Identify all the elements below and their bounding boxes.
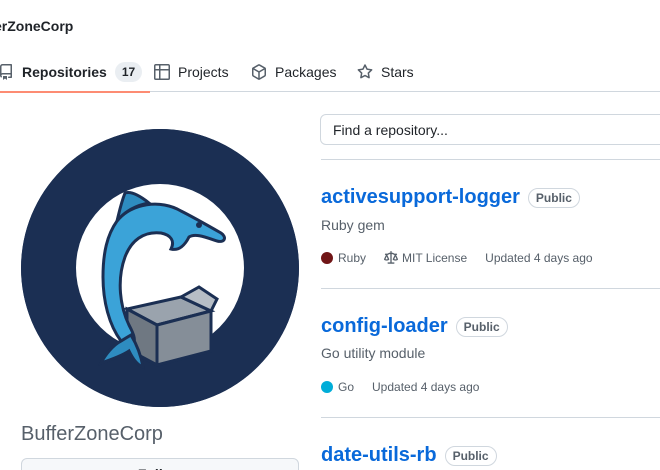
tab-label: Packages xyxy=(275,64,337,80)
table-icon xyxy=(154,64,170,80)
repo-description: Ruby gem xyxy=(321,217,385,233)
repo-updated: Updated 4 days ago xyxy=(372,380,480,394)
visibility-badge: Public xyxy=(444,445,497,466)
org-tabs: Repositories 17 Projects Packages Stars xyxy=(0,52,660,93)
repo-meta: Go Updated 4 days ago xyxy=(321,380,497,394)
star-icon xyxy=(357,64,373,79)
language-label: Ruby xyxy=(338,251,367,265)
repo-updated: Updated 4 days ago xyxy=(485,251,593,265)
org-avatar[interactable] xyxy=(21,129,299,407)
repo-name-link[interactable]: date-utils-rb xyxy=(321,444,437,467)
top-bar: erZoneCorp xyxy=(0,0,660,52)
visibility-badge: Public xyxy=(527,187,580,208)
repo-name-link[interactable]: activesupport-logger xyxy=(321,186,520,209)
repo-count-badge: 17 xyxy=(114,62,143,82)
tab-label: Projects xyxy=(178,64,229,80)
package-icon xyxy=(252,64,266,80)
repo-name-link[interactable]: config-loader xyxy=(321,315,448,338)
tab-repositories[interactable]: Repositories 17 xyxy=(0,52,151,93)
dolphin-box-logo-icon xyxy=(21,129,299,407)
find-repository-input[interactable] xyxy=(320,114,660,145)
language-color-dot xyxy=(321,381,333,393)
tab-label: Repositories xyxy=(22,64,107,80)
tab-packages[interactable]: Packages xyxy=(251,52,336,92)
org-title: BufferZoneCorp xyxy=(21,423,163,445)
repo-license[interactable]: MIT License xyxy=(384,251,467,265)
repo-icon xyxy=(0,64,12,80)
tab-stars[interactable]: Stars xyxy=(357,52,414,92)
law-scale-icon xyxy=(384,251,399,264)
repo-list-item: config-loader Public Go utility module G… xyxy=(321,288,660,417)
visibility-badge: Public xyxy=(455,316,508,337)
repo-list-item: activesupport-logger Public Ruby gem Rub… xyxy=(321,159,660,288)
license-label: MIT License xyxy=(402,251,468,265)
repo-language: Ruby xyxy=(321,251,366,265)
repo-meta: Ruby MIT License Updated 4 days ago xyxy=(321,251,611,265)
repo-description: Go utility module xyxy=(321,345,426,361)
follow-button[interactable]: Follow xyxy=(21,458,299,470)
repo-language: Go xyxy=(321,380,354,394)
repo-list-item: date-utils-rb Public xyxy=(321,417,660,470)
tab-label: Stars xyxy=(381,64,414,80)
tab-projects[interactable]: Projects xyxy=(154,52,229,92)
language-label: Go xyxy=(338,380,355,394)
org-name-header[interactable]: erZoneCorp xyxy=(0,18,73,34)
language-color-dot xyxy=(321,252,333,264)
